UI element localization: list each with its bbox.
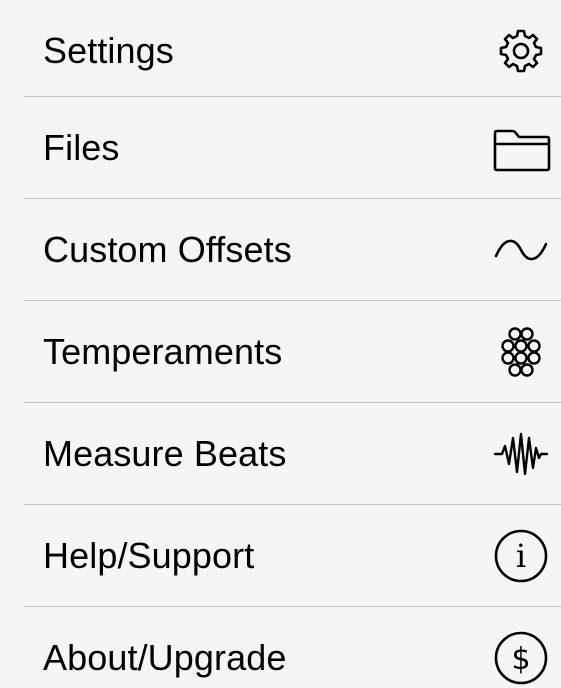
menu-item-help-support[interactable]: Help/Support i [0, 505, 561, 607]
menu-item-label: Custom Offsets [43, 229, 292, 270]
menu-item-label: Help/Support [43, 535, 255, 576]
menu-item-about-upgrade[interactable]: About/Upgrade $ [0, 607, 561, 688]
dollar-circle-icon: $ [491, 628, 551, 688]
gear-icon [491, 21, 551, 81]
waveform-icon [491, 424, 551, 484]
menu-item-label: Measure Beats [43, 433, 287, 474]
menu-item-files[interactable]: Files [0, 97, 561, 199]
info-circle-icon: i [491, 526, 551, 586]
info-glyph: i [516, 537, 526, 575]
menu-item-temperaments[interactable]: Temperaments [0, 301, 561, 403]
tilde-wave-icon [491, 220, 551, 280]
dollar-glyph: $ [511, 642, 530, 677]
menu-item-label: Temperaments [43, 331, 283, 372]
menu-item-custom-offsets[interactable]: Custom Offsets [0, 199, 561, 301]
menu-item-label: Settings [43, 30, 174, 71]
menu-item-label: Files [43, 127, 120, 168]
app-menu: Settings Files Custom Offsets Temperamen… [0, 0, 561, 688]
flower-circles-icon [491, 322, 551, 382]
menu-item-label: About/Upgrade [43, 637, 287, 678]
menu-item-settings[interactable]: Settings [0, 0, 561, 102]
menu-item-measure-beats[interactable]: Measure Beats [0, 403, 561, 505]
folder-icon [491, 118, 551, 178]
